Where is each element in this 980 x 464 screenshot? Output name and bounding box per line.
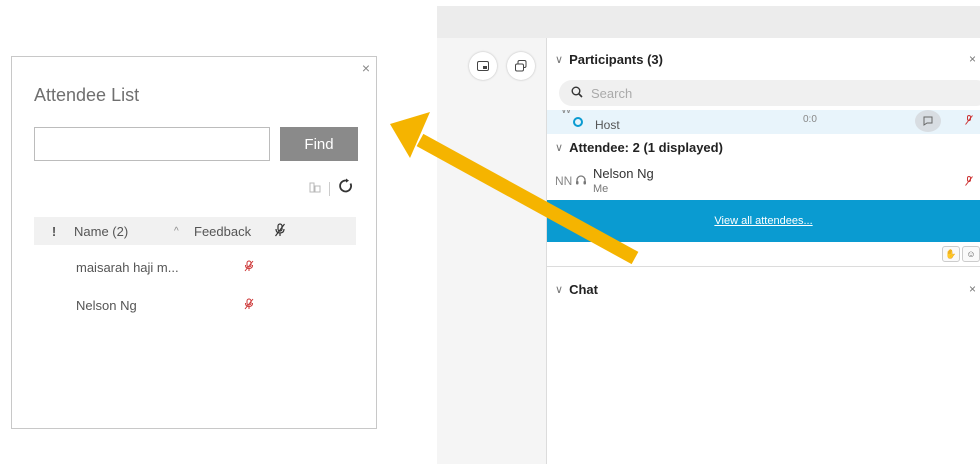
panel-top-bar bbox=[437, 6, 980, 38]
close-participants-icon[interactable]: × bbox=[969, 52, 976, 66]
chevron-down-icon[interactable]: ∨ bbox=[555, 53, 563, 66]
view-all-attendees-bar: View all attendees... bbox=[547, 200, 980, 242]
attendee-me-label: Me bbox=[593, 183, 609, 195]
headphones-icon bbox=[575, 174, 587, 189]
host-avatar: W bbox=[561, 110, 572, 116]
chevron-down-icon[interactable]: ∨ bbox=[555, 141, 563, 154]
name-column-header[interactable]: Name (2) bbox=[74, 224, 174, 239]
list-tools bbox=[309, 178, 354, 199]
participants-header[interactable]: ∨ Participants (3) bbox=[555, 52, 663, 67]
picture-in-picture-icon[interactable] bbox=[469, 52, 497, 80]
muted-mic-icon[interactable] bbox=[965, 176, 973, 189]
flag-column-header[interactable]: ! bbox=[34, 224, 74, 239]
tools-divider bbox=[329, 181, 330, 196]
dialog-title: Attendee List bbox=[34, 85, 140, 105]
host-role-label: Host bbox=[595, 118, 620, 132]
table-row[interactable]: Nelson Ng bbox=[34, 291, 356, 319]
panel-left-column bbox=[437, 38, 547, 464]
attendee-table-header: ! Name (2) ^ Feedback bbox=[34, 217, 356, 245]
attendee-search-input[interactable] bbox=[34, 127, 270, 161]
participant-tools: ✋ ☺ bbox=[942, 246, 980, 262]
attendee-name: Nelson Ng bbox=[76, 297, 137, 313]
table-row[interactable]: maisarah haji m... bbox=[34, 253, 356, 281]
muted-mic-icon[interactable] bbox=[965, 115, 973, 128]
panel-main: ∨ Participants (3) × Search W Host 0:0 ∨… bbox=[547, 38, 980, 464]
attendee-avatar: NN bbox=[555, 174, 573, 188]
raise-hand-icon[interactable]: ✋ bbox=[942, 246, 960, 262]
participants-title: Participants (3) bbox=[569, 52, 663, 67]
reaction-icon[interactable]: ☺ bbox=[962, 246, 980, 262]
host-status-text: 0:0 bbox=[803, 114, 817, 125]
view-all-attendees-link[interactable]: View all attendees... bbox=[714, 215, 812, 227]
attendee-name: maisarah haji m... bbox=[76, 259, 179, 275]
attendee-name: Nelson Ng bbox=[593, 166, 654, 181]
headset-icon bbox=[571, 114, 585, 132]
attendee-section-header[interactable]: ∨ Attendee: 2 (1 displayed) bbox=[555, 140, 723, 155]
panel-divider bbox=[547, 266, 980, 267]
arrow-head bbox=[390, 112, 430, 158]
chat-header[interactable]: ∨ Chat bbox=[555, 282, 598, 297]
muted-mic-icon[interactable] bbox=[244, 260, 264, 275]
column-options-icon[interactable] bbox=[309, 180, 321, 198]
search-icon bbox=[571, 86, 583, 101]
sort-ascending-icon[interactable]: ^ bbox=[174, 226, 194, 237]
muted-mic-icon[interactable] bbox=[244, 298, 264, 313]
feedback-column-header[interactable]: Feedback bbox=[194, 224, 274, 239]
attendee-section-title: Attendee: 2 (1 displayed) bbox=[569, 140, 723, 155]
participant-search-field[interactable]: Search bbox=[559, 80, 980, 106]
host-participant-row[interactable]: W Host 0:0 bbox=[547, 110, 980, 134]
multi-window-icon[interactable] bbox=[507, 52, 535, 80]
find-button[interactable]: Find bbox=[280, 127, 358, 161]
attendee-list-dialog: × Attendee List Find ! Name (2) ^ Feedba… bbox=[11, 56, 377, 429]
refresh-icon[interactable] bbox=[338, 178, 354, 199]
host-chat-icon[interactable] bbox=[915, 110, 941, 132]
close-chat-icon[interactable]: × bbox=[969, 282, 976, 296]
close-icon[interactable]: × bbox=[362, 61, 370, 75]
mic-column-icon[interactable] bbox=[274, 222, 286, 240]
attendee-row[interactable]: NN Nelson Ng Me bbox=[547, 164, 980, 200]
chat-title: Chat bbox=[569, 282, 598, 297]
search-placeholder: Search bbox=[591, 85, 633, 101]
chevron-down-icon[interactable]: ∨ bbox=[555, 283, 563, 296]
meeting-side-panel: ∨ Participants (3) × Search W Host 0:0 ∨… bbox=[437, 6, 980, 464]
